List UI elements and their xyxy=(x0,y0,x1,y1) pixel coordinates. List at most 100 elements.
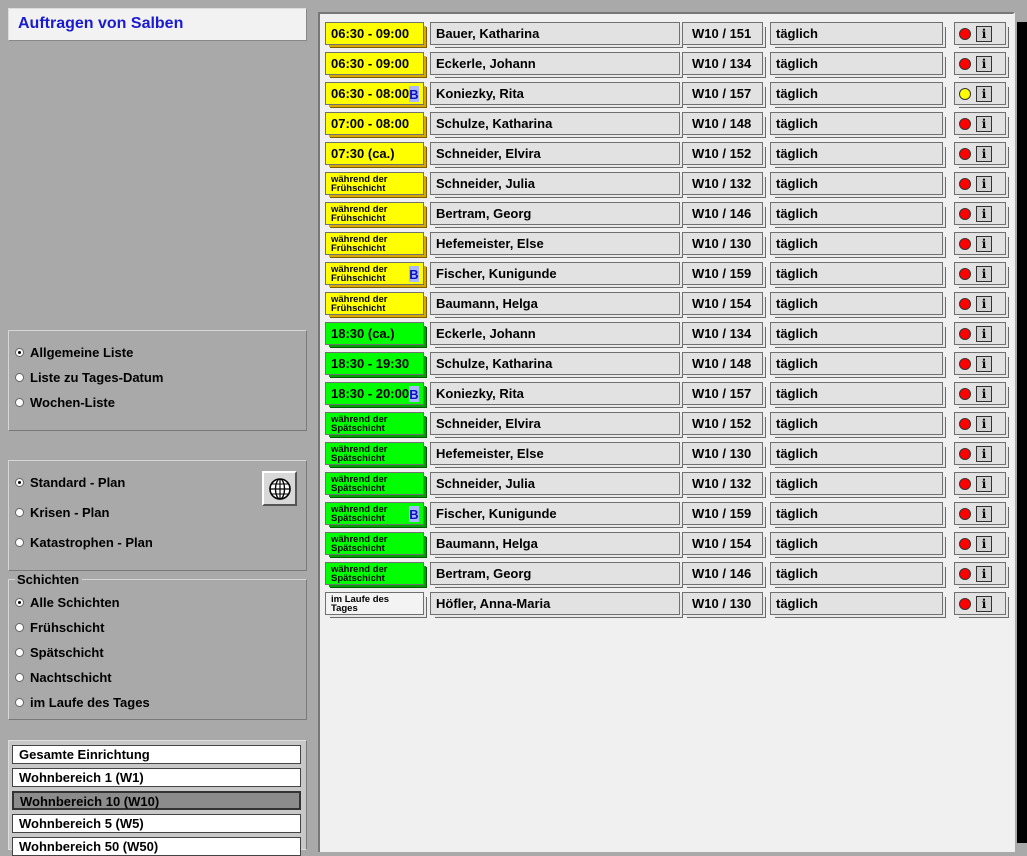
info-icon[interactable]: i xyxy=(976,325,992,342)
info-icon[interactable]: i xyxy=(976,25,992,42)
frequency: täglich xyxy=(770,172,943,195)
resident-name[interactable]: Schneider, Elvira xyxy=(430,412,680,435)
info-icon[interactable]: i xyxy=(976,265,992,282)
resident-name[interactable]: Fischer, Kunigunde xyxy=(430,262,680,285)
radio-liste-tages-datum[interactable]: Liste zu Tages-Datum xyxy=(15,367,163,387)
status-indicator[interactable] xyxy=(959,57,971,70)
list-item[interactable]: Wohnbereich 1 (W1) xyxy=(12,768,301,787)
resident-name[interactable]: Eckerle, Johann xyxy=(430,322,680,345)
time-label: während der Frühschicht xyxy=(331,174,388,194)
resident-name[interactable]: Bertram, Georg xyxy=(430,562,680,585)
status-indicator[interactable] xyxy=(959,357,971,370)
frequency: täglich xyxy=(770,232,943,255)
info-icon[interactable]: i xyxy=(976,175,992,192)
info-icon[interactable]: i xyxy=(976,355,992,372)
status-indicator[interactable] xyxy=(959,447,971,460)
radio-krisen-plan[interactable]: Krisen - Plan xyxy=(15,502,109,522)
room-number: W10 / 159 xyxy=(682,262,763,285)
list-item[interactable]: Wohnbereich 5 (W5) xyxy=(12,814,301,833)
radio-indicator xyxy=(15,397,24,407)
status-indicator[interactable] xyxy=(959,87,971,100)
row-actions: i xyxy=(954,172,1006,195)
info-icon[interactable]: i xyxy=(976,565,992,582)
resident-name[interactable]: Baumann, Helga xyxy=(430,532,680,555)
row-actions: i xyxy=(954,82,1006,105)
status-indicator[interactable] xyxy=(959,177,971,190)
info-icon[interactable]: i xyxy=(976,55,992,72)
status-indicator[interactable] xyxy=(959,27,971,40)
resident-name[interactable]: Schulze, Katharina xyxy=(430,112,680,135)
time-cell: 07:00 - 08:00 xyxy=(325,112,424,135)
radio-wochen-liste[interactable]: Wochen-Liste xyxy=(15,392,115,412)
info-icon[interactable]: i xyxy=(976,85,992,102)
resident-name[interactable]: Höfler, Anna-Maria xyxy=(430,592,680,615)
radio-allgemeine-liste[interactable]: Allgemeine Liste xyxy=(15,342,133,362)
info-icon[interactable]: i xyxy=(976,295,992,312)
resident-name[interactable]: Hefemeister, Else xyxy=(430,232,680,255)
room-number: W10 / 154 xyxy=(682,532,763,555)
radio-katastrophen-plan[interactable]: Katastrophen - Plan xyxy=(15,532,153,552)
info-icon[interactable]: i xyxy=(976,385,992,402)
resident-name[interactable]: Fischer, Kunigunde xyxy=(430,502,680,525)
list-item[interactable]: Gesamte Einrichtung xyxy=(12,745,301,764)
row-actions: i xyxy=(954,502,1006,525)
row-actions: i xyxy=(954,112,1006,135)
info-icon[interactable]: i xyxy=(976,505,992,522)
radio-label: im Laufe des Tages xyxy=(30,694,150,710)
status-indicator[interactable] xyxy=(959,297,971,310)
radio-alle-schichten[interactable]: Alle Schichten xyxy=(15,592,120,612)
resident-name[interactable]: Schneider, Julia xyxy=(430,172,680,195)
scrollbar[interactable] xyxy=(1017,22,1027,843)
list-item[interactable]: Wohnbereich 50 (W50) xyxy=(12,837,301,856)
status-indicator[interactable] xyxy=(959,237,971,250)
resident-name[interactable]: Schulze, Katharina xyxy=(430,352,680,375)
room-number: W10 / 132 xyxy=(682,172,763,195)
resident-name[interactable]: Schneider, Julia xyxy=(430,472,680,495)
resident-name[interactable]: Koniezky, Rita xyxy=(430,382,680,405)
status-indicator[interactable] xyxy=(959,267,971,280)
status-indicator[interactable] xyxy=(959,327,971,340)
status-indicator[interactable] xyxy=(959,597,971,610)
room-number: W10 / 134 xyxy=(682,322,763,345)
radio-spaetschicht[interactable]: Spätschicht xyxy=(15,642,104,662)
status-indicator[interactable] xyxy=(959,147,971,160)
status-indicator[interactable] xyxy=(959,207,971,220)
radio-indicator xyxy=(15,672,24,682)
info-icon[interactable]: i xyxy=(976,445,992,462)
resident-name[interactable]: Schneider, Elvira xyxy=(430,142,680,165)
radio-fruehschicht[interactable]: Frühschicht xyxy=(15,617,104,637)
resident-name[interactable]: Eckerle, Johann xyxy=(430,52,680,75)
resident-name[interactable]: Bertram, Georg xyxy=(430,202,680,225)
resident-name[interactable]: Bauer, Katharina xyxy=(430,22,680,45)
info-icon[interactable]: i xyxy=(976,115,992,132)
status-indicator[interactable] xyxy=(959,477,971,490)
radio-im-laufe-des-tages[interactable]: im Laufe des Tages xyxy=(15,692,150,712)
room-number: W10 / 152 xyxy=(682,142,763,165)
radio-standard-plan[interactable]: Standard - Plan xyxy=(15,472,125,492)
status-indicator[interactable] xyxy=(959,417,971,430)
time-cell: während der Spätschicht B xyxy=(325,502,424,525)
info-icon[interactable]: i xyxy=(976,415,992,432)
room-number: W10 / 146 xyxy=(682,562,763,585)
info-icon[interactable]: i xyxy=(976,145,992,162)
radio-nachtschicht[interactable]: Nachtschicht xyxy=(15,667,112,687)
status-indicator[interactable] xyxy=(959,387,971,400)
resident-name[interactable]: Hefemeister, Else xyxy=(430,442,680,465)
globe-button[interactable] xyxy=(262,471,297,506)
frequency: täglich xyxy=(770,322,943,345)
row-actions: i xyxy=(954,142,1006,165)
info-icon[interactable]: i xyxy=(976,535,992,552)
info-icon[interactable]: i xyxy=(976,235,992,252)
info-icon[interactable]: i xyxy=(976,205,992,222)
b-badge: B xyxy=(409,266,419,282)
status-indicator[interactable] xyxy=(959,507,971,520)
resident-name[interactable]: Baumann, Helga xyxy=(430,292,680,315)
info-icon[interactable]: i xyxy=(976,595,992,612)
status-indicator[interactable] xyxy=(959,117,971,130)
resident-name[interactable]: Koniezky, Rita xyxy=(430,82,680,105)
list-item[interactable]: Wohnbereich 10 (W10) xyxy=(12,791,301,810)
time-label: während der Spätschicht xyxy=(331,444,388,464)
status-indicator[interactable] xyxy=(959,567,971,580)
info-icon[interactable]: i xyxy=(976,475,992,492)
status-indicator[interactable] xyxy=(959,537,971,550)
